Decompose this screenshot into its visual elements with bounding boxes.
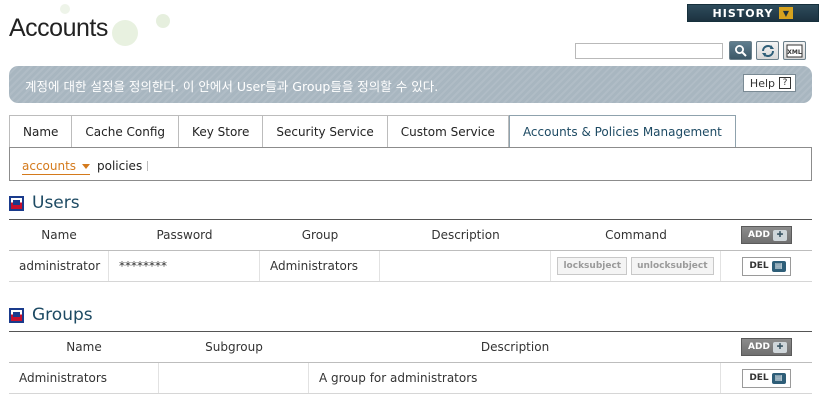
banner-text: 계정에 대한 설정을 정의한다. 이 안에서 User들과 Group들을 정의… — [25, 79, 439, 94]
flag-icon — [9, 307, 24, 323]
column-header: Description — [480, 340, 550, 354]
column-header: Group — [301, 228, 339, 242]
decor-circle — [60, 4, 70, 14]
group-name: Administrators — [9, 363, 159, 393]
search-input[interactable] — [575, 43, 723, 59]
groups-header-row: Name Subgroup Description ADD ✚ — [9, 332, 812, 363]
tab-security-service[interactable]: Security Service — [263, 115, 388, 148]
column-header: Name — [41, 228, 77, 242]
history-button[interactable]: HISTORY ▼ — [687, 4, 819, 22]
xml-icon[interactable]: XML — [783, 41, 806, 60]
page-title: Accounts — [9, 14, 108, 42]
question-icon: ? — [779, 77, 791, 89]
del-label: DEL — [749, 261, 769, 271]
subtab-bar: accounts policies — [9, 147, 812, 181]
subtab-accounts-label: accounts — [22, 159, 77, 173]
divider — [147, 161, 148, 171]
tab-key-store[interactable]: Key Store — [179, 115, 264, 148]
tab-bar: Name Cache Config Key Store Security Ser… — [9, 115, 736, 148]
add-user-button[interactable]: ADD ✚ — [741, 226, 792, 244]
delete-user-button[interactable]: DEL ▤ — [742, 256, 791, 276]
help-label: Help — [749, 76, 775, 90]
refresh-icon[interactable] — [756, 41, 779, 60]
user-commands: locksubject unlocksubject — [551, 251, 721, 281]
add-cell: ADD ✚ — [721, 332, 812, 362]
group-subgroup — [159, 363, 309, 393]
subtab-accounts[interactable]: accounts — [22, 159, 91, 175]
decor-circle — [112, 20, 138, 46]
search-icon[interactable] — [729, 41, 752, 60]
tab-cache-config[interactable]: Cache Config — [72, 115, 180, 148]
delete-group-button[interactable]: DEL ▤ — [742, 368, 791, 388]
add-cell: ADD ✚ — [721, 220, 812, 250]
groups-title: Groups — [32, 305, 93, 325]
user-group: Administrators — [260, 251, 380, 281]
user-description — [380, 251, 551, 281]
subtab-policies[interactable]: policies — [97, 159, 142, 173]
groups-section-title: Groups — [9, 305, 93, 325]
history-label: HISTORY — [712, 6, 774, 20]
caret-down-icon — [82, 163, 91, 169]
tab-accounts-policies[interactable]: Accounts & Policies Management — [508, 115, 736, 148]
add-group-button[interactable]: ADD ✚ — [741, 338, 792, 356]
add-icon: ✚ — [772, 341, 787, 353]
groups-table: Name Subgroup Description ADD ✚ Administ… — [9, 331, 812, 394]
delete-icon: ▤ — [771, 260, 786, 272]
group-description: A group for administrators — [309, 363, 721, 393]
help-button[interactable]: Help ? — [742, 74, 796, 92]
users-section-title: Users — [9, 193, 80, 213]
column-header: Password — [156, 228, 213, 242]
delete-icon: ▤ — [771, 372, 786, 384]
description-banner: 계정에 대한 설정을 정의한다. 이 안에서 User들과 Group들을 정의… — [9, 66, 812, 103]
decor-circle — [156, 14, 170, 28]
column-header: Description — [431, 228, 500, 242]
user-password: ******** — [109, 251, 260, 281]
unlocksubject-button[interactable]: unlocksubject — [631, 257, 714, 275]
locksubject-button[interactable]: locksubject — [557, 257, 628, 275]
column-header: Name — [66, 340, 102, 354]
del-cell: DEL ▤ — [721, 363, 812, 393]
table-row: Administrators A group for administrator… — [9, 363, 812, 394]
del-label: DEL — [749, 373, 769, 383]
users-title: Users — [32, 193, 80, 213]
chevron-down-icon: ▼ — [779, 7, 794, 19]
add-icon: ✚ — [772, 229, 787, 241]
tab-name[interactable]: Name — [9, 115, 73, 148]
column-header: Subgroup — [205, 340, 263, 354]
users-table: Name Password Group Description Command … — [9, 219, 812, 282]
tab-custom-service[interactable]: Custom Service — [387, 115, 509, 148]
users-header-row: Name Password Group Description Command … — [9, 220, 812, 251]
add-label: ADD — [748, 230, 770, 240]
user-name: administrator — [9, 251, 109, 281]
add-label: ADD — [748, 342, 770, 352]
del-cell: DEL ▤ — [721, 251, 812, 281]
flag-icon — [9, 195, 24, 211]
table-row: administrator ******** Administrators lo… — [9, 251, 812, 282]
svg-text:XML: XML — [787, 49, 802, 56]
column-header: Command — [605, 228, 667, 242]
